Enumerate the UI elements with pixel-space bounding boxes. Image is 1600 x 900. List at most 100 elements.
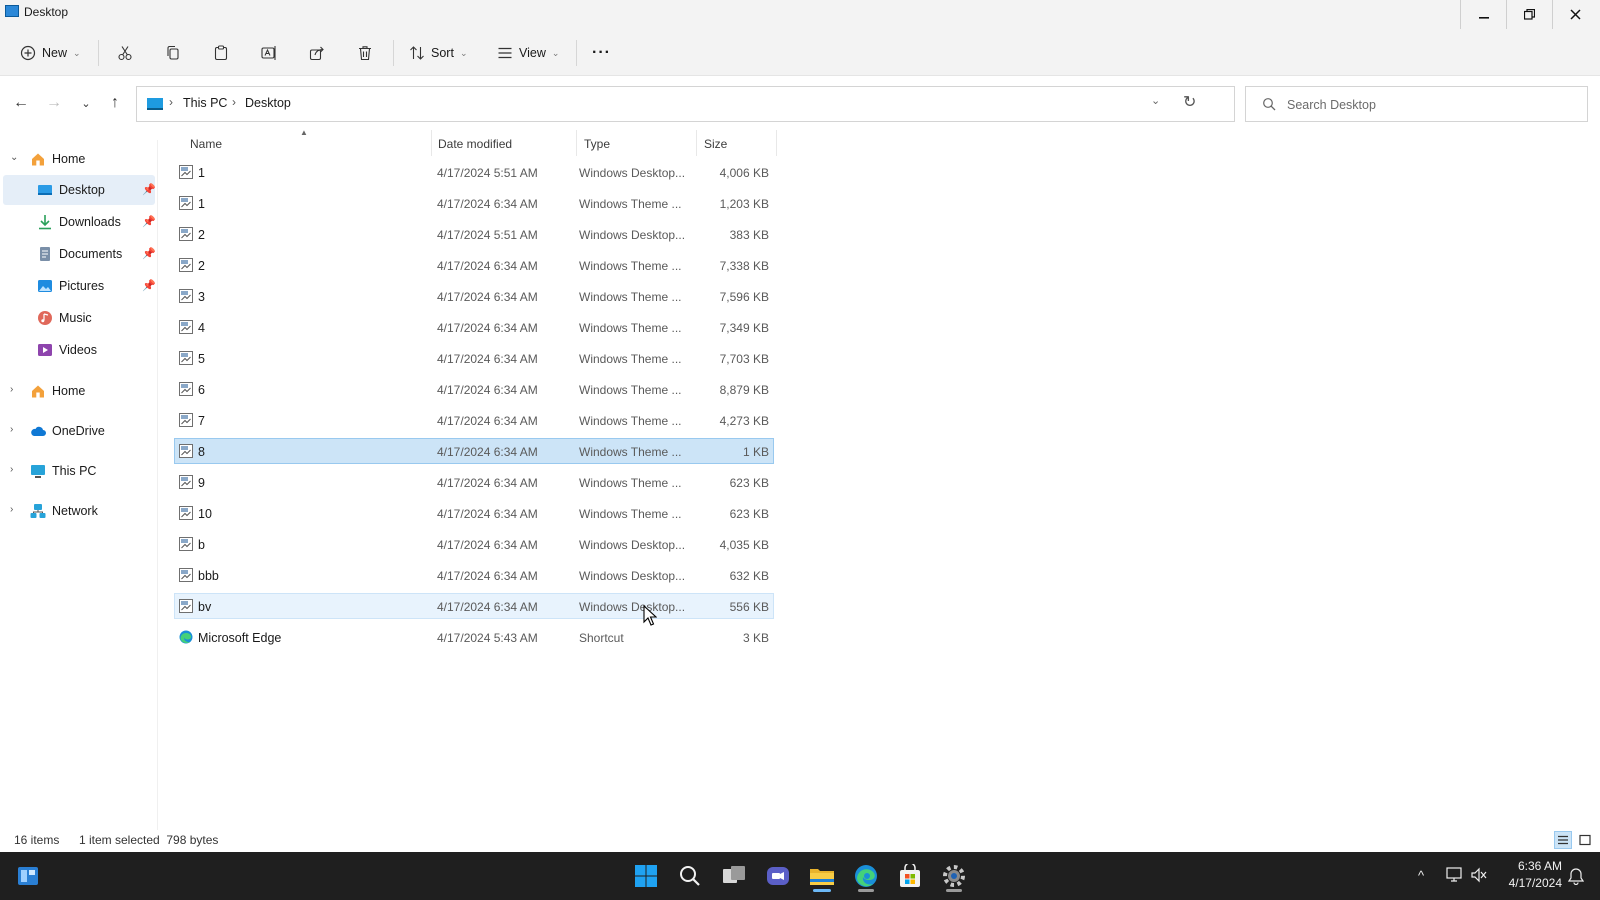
file-type: Windows Theme ...	[579, 197, 682, 211]
display-icon[interactable]	[1446, 867, 1464, 883]
column-header-name[interactable]: Name	[160, 130, 432, 156]
sidebar-item-downloads[interactable]: Downloads 📌	[0, 207, 156, 237]
navigation-pane: ⌄ Home Desktop 📌 Downloads 📌 Documents 📌…	[0, 140, 158, 830]
column-header-row: ▲ Name Date modified Type Size	[160, 128, 777, 156]
back-button[interactable]: ←	[10, 92, 32, 114]
table-row[interactable]: bbb 4/17/2024 6:34 AM Windows Desktop... 63…	[174, 562, 774, 588]
view-button[interactable]: View ⌄	[497, 38, 559, 68]
table-row[interactable]: 9 4/17/2024 6:34 AM Windows Theme ... 623 K…	[174, 469, 774, 495]
chevron-down-icon[interactable]: ⌄	[10, 152, 18, 163]
sidebar-item-documents[interactable]: Documents 📌	[0, 239, 156, 269]
details-view-button[interactable]	[1554, 831, 1572, 849]
table-row[interactable]: Microsoft Edge 4/17/2024 5:43 AM Shortcut 3…	[174, 624, 774, 650]
delete-button[interactable]	[357, 38, 373, 68]
sidebar-item-pictures[interactable]: Pictures 📌	[0, 271, 156, 301]
sidebar-item-videos[interactable]: Videos	[0, 335, 156, 365]
column-header-type[interactable]: Type	[577, 130, 697, 156]
table-row[interactable]: 6 4/17/2024 6:34 AM Windows Theme ... 8,879…	[174, 376, 774, 402]
breadcrumb-desktop[interactable]: Desktop	[245, 96, 291, 110]
chevron-right-icon[interactable]: ›	[10, 424, 13, 435]
table-row[interactable]: bv 4/17/2024 6:34 AM Windows Desktop... 556…	[174, 593, 774, 619]
store-button[interactable]	[892, 858, 928, 894]
file-size: 632 KB	[729, 569, 769, 583]
chevron-right-icon[interactable]: ›	[10, 384, 13, 395]
notification-bell-icon[interactable]	[1568, 867, 1584, 885]
table-row[interactable]: 2 4/17/2024 6:34 AM Windows Theme ... 7,338…	[174, 252, 774, 278]
table-row[interactable]: 8 4/17/2024 6:34 AM Windows Theme ... 1 KB	[174, 438, 774, 464]
minimize-button[interactable]	[1460, 0, 1506, 29]
show-hidden-icons-button[interactable]: ^	[1418, 868, 1424, 883]
table-row[interactable]: 5 4/17/2024 6:34 AM Windows Theme ... 7,703…	[174, 345, 774, 371]
table-row[interactable]: 2 4/17/2024 5:51 AM Windows Desktop... 383 …	[174, 221, 774, 247]
restore-button[interactable]	[1506, 0, 1552, 29]
task-view-icon	[723, 866, 745, 883]
date-modified: 4/17/2024 6:34 AM	[437, 197, 538, 211]
search-box[interactable]: Search Desktop	[1245, 86, 1588, 122]
column-header-date[interactable]: Date modified	[432, 130, 577, 156]
sidebar-item-desktop[interactable]: Desktop 📌	[3, 175, 156, 205]
chat-button[interactable]	[760, 858, 796, 894]
refresh-icon[interactable]: ↻	[1183, 92, 1196, 112]
sidebar-item-onedrive[interactable]: › OneDrive	[0, 416, 156, 446]
sidebar-item-this-pc[interactable]: › This PC	[0, 456, 156, 486]
taskbar-search-button[interactable]	[672, 858, 708, 894]
sidebar-item-home-2[interactable]: › Home	[0, 376, 156, 406]
address-bar[interactable]: › This PC › Desktop ⌄ ↻	[136, 86, 1235, 122]
large-icons-view-button[interactable]	[1576, 831, 1594, 849]
forward-button[interactable]: →	[43, 92, 65, 114]
table-row[interactable]: 4 4/17/2024 6:34 AM Windows Theme ... 7,349…	[174, 314, 774, 340]
up-button[interactable]: ↑	[104, 92, 126, 114]
task-view-button[interactable]	[716, 858, 752, 894]
arrow-right-icon: →	[46, 94, 62, 111]
sidebar-item-music[interactable]: Music	[0, 303, 156, 333]
file-size: 623 KB	[729, 476, 769, 490]
volume-muted-icon[interactable]	[1470, 867, 1488, 883]
file-size: 7,703 KB	[719, 352, 769, 366]
table-row[interactable]: 1 4/17/2024 6:34 AM Windows Theme ... 1,203…	[174, 190, 774, 216]
sidebar-item-label: Desktop	[59, 183, 105, 197]
window-title: Desktop	[24, 5, 69, 19]
settings-button[interactable]	[936, 858, 972, 894]
new-button[interactable]: New ⌄	[20, 38, 81, 68]
paste-button[interactable]	[213, 38, 229, 68]
sidebar-item-home[interactable]: ⌄ Home	[0, 144, 156, 174]
share-button[interactable]	[309, 38, 325, 68]
column-header-size[interactable]: Size	[697, 130, 777, 156]
taskbar: ^ 6:36 AM 4/17/2024	[0, 852, 1600, 900]
toolbar-divider	[393, 40, 394, 66]
file-type: Windows Theme ...	[579, 321, 682, 335]
address-dropdown-icon[interactable]: ⌄	[1151, 94, 1160, 107]
rename-button[interactable]	[261, 38, 277, 68]
more-options-button[interactable]: ···	[592, 38, 611, 68]
pin-icon: 📌	[142, 184, 156, 196]
table-row[interactable]: b 4/17/2024 6:34 AM Windows Desktop... 4,03…	[174, 531, 774, 557]
start-button[interactable]	[628, 858, 664, 894]
table-row[interactable]: 3 4/17/2024 6:34 AM Windows Theme ... 7,596…	[174, 283, 774, 309]
system-clock[interactable]: 6:36 AM 4/17/2024	[1492, 858, 1562, 892]
file-explorer-button[interactable]	[804, 858, 840, 894]
file-size: 623 KB	[729, 507, 769, 521]
recent-locations-button[interactable]: ⌄	[75, 92, 97, 114]
breadcrumb-this-pc[interactable]: This PC	[183, 96, 227, 110]
cut-button[interactable]	[117, 38, 133, 68]
search-input[interactable]: Search Desktop	[1287, 98, 1376, 112]
edge-button[interactable]	[848, 858, 884, 894]
widgets-button[interactable]	[10, 858, 46, 894]
file-type: Windows Theme ...	[579, 414, 682, 428]
close-button[interactable]	[1552, 0, 1598, 29]
file-name: b	[198, 538, 205, 552]
sidebar-item-network[interactable]: › Network	[0, 496, 156, 526]
chevron-right-icon[interactable]: ›	[10, 504, 13, 515]
copy-button[interactable]	[165, 38, 181, 68]
file-name: 5	[198, 352, 205, 366]
file-size: 3 KB	[742, 631, 769, 645]
table-row[interactable]: 7 4/17/2024 6:34 AM Windows Theme ... 4,273…	[174, 407, 774, 433]
chevron-right-icon[interactable]: ›	[10, 464, 13, 475]
date-modified: 4/17/2024 5:51 AM	[437, 166, 538, 180]
file-size: 4,006 KB	[719, 166, 769, 180]
sidebar-item-label: Downloads	[59, 215, 121, 229]
table-row[interactable]: 10 4/17/2024 6:34 AM Windows Theme ... 623 …	[174, 500, 774, 526]
table-row[interactable]: 1 4/17/2024 5:51 AM Windows Desktop... 4,00…	[174, 159, 774, 185]
sidebar-item-label: Home	[52, 384, 86, 398]
sort-button[interactable]: Sort ⌄	[409, 38, 467, 68]
